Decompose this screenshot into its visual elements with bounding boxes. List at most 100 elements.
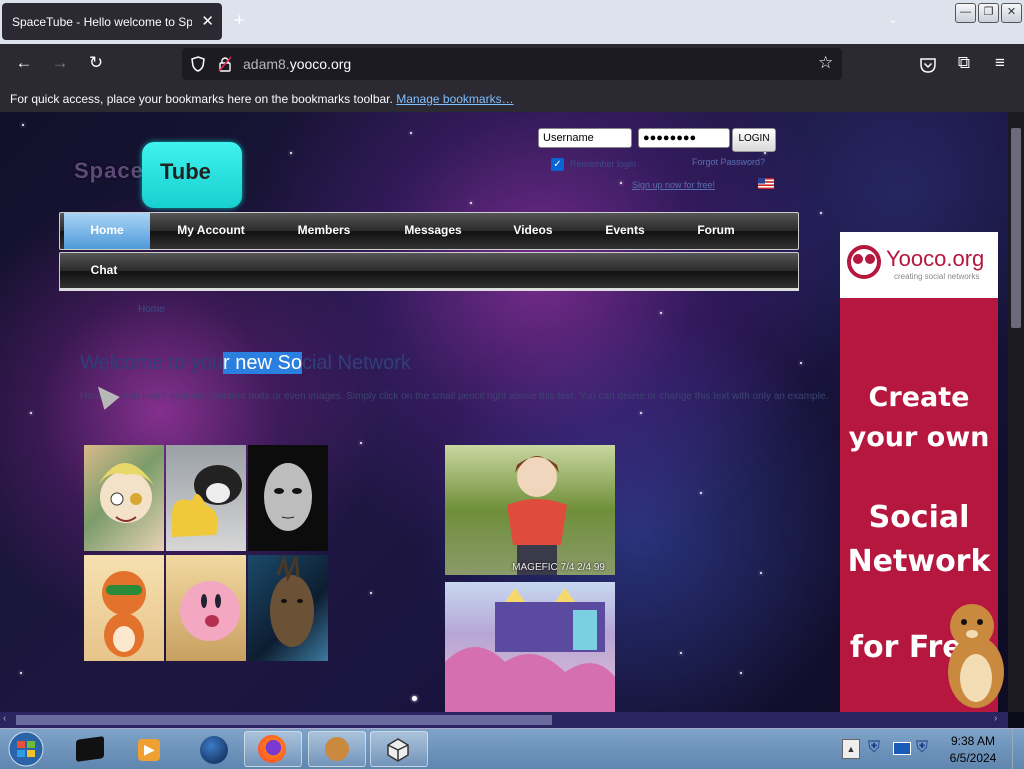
signup-link[interactable]: Sign up now for free! (632, 180, 715, 190)
star (370, 592, 372, 594)
logo-tube-text: Tube (160, 159, 211, 184)
menu-item-messages[interactable]: Messages (390, 213, 476, 249)
logo-space-text: Space (74, 158, 144, 183)
member-thumbnail[interactable] (166, 555, 246, 661)
menu-item-events[interactable]: Events (588, 213, 662, 249)
menu-item-members[interactable]: Members (282, 213, 366, 249)
show-desktop-button[interactable] (1012, 729, 1024, 769)
url-prefix: adam8. (243, 56, 290, 72)
ad-line-2: your own (848, 422, 990, 453)
member-thumbnail[interactable] (248, 555, 328, 661)
shield-icon[interactable] (190, 56, 206, 72)
taskbar-app-window-hamster[interactable] (308, 731, 366, 767)
welcome-text-selected: r new So (223, 352, 302, 374)
cosplay-figure-image (507, 456, 567, 575)
ad-header: Yooco.org creating social networks (840, 232, 998, 298)
play-icon: ▶ (144, 741, 155, 757)
star (680, 652, 682, 654)
restore-window-icon[interactable]: ❐ (978, 3, 999, 23)
welcome-text-end: cial Network (301, 352, 411, 374)
forward-icon[interactable]: → (48, 53, 72, 73)
username-input[interactable] (538, 128, 632, 148)
white-mask-image (264, 463, 312, 531)
menu-item-chat[interactable]: Chat (74, 253, 134, 289)
menu-item-home[interactable]: Home (64, 213, 150, 249)
menu-item-videos[interactable]: Videos (496, 213, 570, 249)
us-flag-icon[interactable] (758, 178, 774, 189)
menu-item-forum[interactable]: Forum (680, 213, 752, 249)
party-decoration-image (445, 588, 615, 712)
cube-icon (387, 738, 409, 762)
reload-icon[interactable]: ↻ (84, 53, 108, 73)
bookmarks-toolbar: For quick access, place your bookmarks h… (0, 86, 1024, 112)
ad-brand: Yooco.org (886, 246, 985, 271)
start-button-icon[interactable] (6, 730, 46, 768)
taskbar-app-unity[interactable] (370, 731, 428, 767)
remember-login-label: Remember login (570, 159, 637, 169)
insecure-lock-icon[interactable] (218, 56, 232, 72)
url-text[interactable]: adam8.yooco.org (243, 56, 351, 72)
member-thumbnail[interactable] (166, 445, 246, 551)
horizontal-scrollbar[interactable]: ‹ › (0, 712, 1008, 728)
member-thumbnail[interactable] (84, 555, 164, 661)
menu-item-my-account[interactable]: My Account (166, 213, 256, 249)
welcome-text-start: Welcome to you (80, 352, 224, 374)
ad-line-1: Create (868, 382, 970, 413)
show-hidden-icons-button[interactable]: ▲ (842, 739, 860, 759)
tab-title: SpaceTube - Hello welcome to SpaceTube (12, 15, 192, 29)
star (290, 152, 292, 154)
back-icon[interactable]: ← (12, 53, 36, 73)
system-clock[interactable]: 9:38 AM 6/5/2024 (940, 733, 1006, 767)
pocket-icon[interactable] (919, 56, 937, 74)
url-domain: yooco.org (289, 56, 352, 72)
gallery-photo[interactable] (445, 582, 615, 712)
minimize-window-icon[interactable]: — (955, 3, 976, 23)
logo-tube-badge[interactable]: Tube (142, 142, 242, 208)
network-icon[interactable] (893, 742, 911, 755)
windows-taskbar: ▶ ▲ ⛨ ⛨ 9:38 AM 6/5/2024 (0, 728, 1024, 769)
password-input[interactable] (638, 128, 730, 148)
ad-line-3: Social (868, 500, 970, 535)
bookmark-star-icon[interactable]: ☆ (818, 53, 833, 73)
manage-bookmarks-link[interactable]: Manage bookmarks… (396, 92, 513, 106)
taskbar-app-media-player[interactable]: ▶ (120, 731, 178, 767)
gallery-photo[interactable]: MAGEFIC 7/4 2/4 99 (445, 445, 615, 575)
star (412, 696, 417, 701)
extensions-icon[interactable]: ⧉ (952, 53, 976, 73)
member-thumbnail[interactable] (84, 445, 164, 551)
menu-row-primary: Home My Account Members Messages Videos … (59, 212, 799, 250)
star (30, 412, 32, 414)
forgot-password-link[interactable]: Forgot Password? (692, 157, 765, 167)
welcome-heading: Welcome to your new Social Network (80, 352, 411, 375)
url-bar[interactable]: adam8.yooco.org ☆ (182, 48, 842, 80)
close-tab-icon[interactable]: ✕ (201, 12, 214, 30)
horizontal-scroll-thumb[interactable] (16, 715, 552, 725)
vertical-scroll-thumb[interactable] (1011, 128, 1021, 328)
ad-tagline: creating social networks (894, 272, 980, 281)
scroll-right-icon[interactable]: › (994, 713, 997, 724)
list-tabs-icon[interactable]: ⌄ (888, 12, 898, 26)
star (360, 442, 362, 444)
vertical-scrollbar[interactable] (1008, 112, 1024, 712)
login-button[interactable]: LOGIN (732, 128, 776, 152)
kirby-image (180, 581, 240, 641)
menu-icon[interactable]: ≡ (988, 53, 1012, 73)
remember-login-checkbox[interactable]: ✓ (551, 158, 564, 171)
close-window-icon[interactable]: ✕ (1001, 3, 1022, 23)
scroll-left-icon[interactable]: ‹ (3, 713, 6, 724)
member-thumbnail[interactable] (248, 445, 328, 551)
security-shield-icon[interactable]: ⛨ (868, 739, 880, 757)
active-tab[interactable]: SpaceTube - Hello welcome to SpaceTube ✕ (2, 3, 222, 40)
clock-date: 6/5/2024 (949, 751, 997, 765)
yooco-advertisement[interactable]: Yooco.org creating social networks Creat… (840, 232, 1004, 712)
star (700, 492, 702, 494)
taskbar-app-firefox[interactable] (244, 731, 302, 767)
photo-watermark: MAGEFIC 7/4 2/4 99 (512, 562, 605, 573)
taskbar-app-terminal[interactable] (60, 731, 118, 767)
breadcrumb-link[interactable]: Home (138, 304, 165, 315)
terminal-icon (76, 736, 104, 762)
action-center-icon[interactable]: ⛨ (916, 739, 928, 757)
new-tab-icon[interactable]: + (234, 10, 245, 31)
star (640, 412, 642, 414)
taskbar-app-browser-globe[interactable] (184, 731, 242, 767)
